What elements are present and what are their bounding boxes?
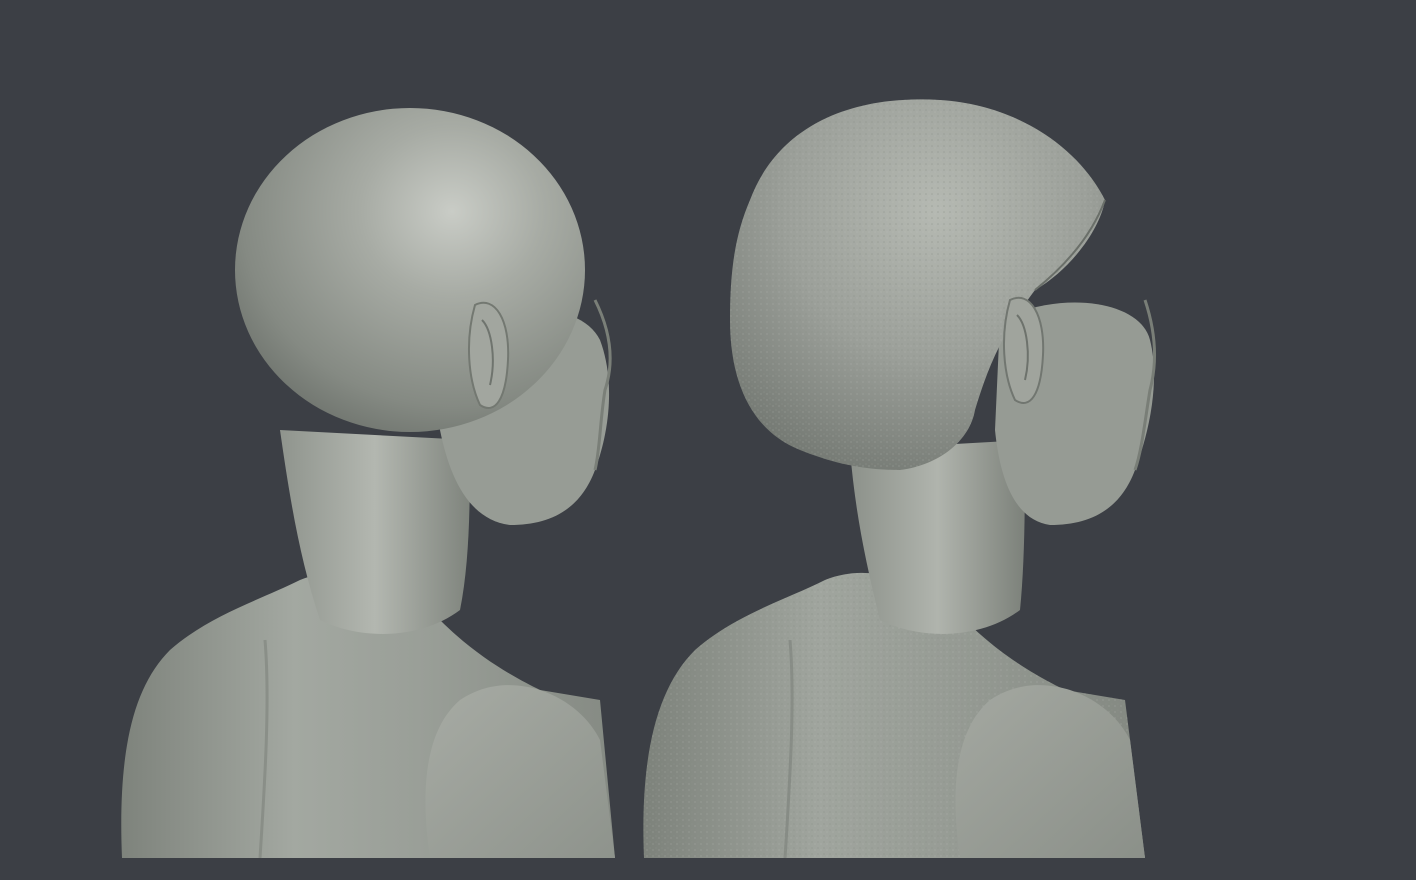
sculpt-viewport (0, 0, 1416, 880)
ear-shape (1003, 297, 1045, 404)
head-dome (235, 108, 585, 432)
bust-smooth-render (121, 108, 616, 859)
bust-model-haircap (630, 0, 1170, 880)
bust-haircap-render (643, 99, 1157, 859)
bust-model-smooth (100, 0, 640, 880)
ear-shape (468, 302, 510, 409)
